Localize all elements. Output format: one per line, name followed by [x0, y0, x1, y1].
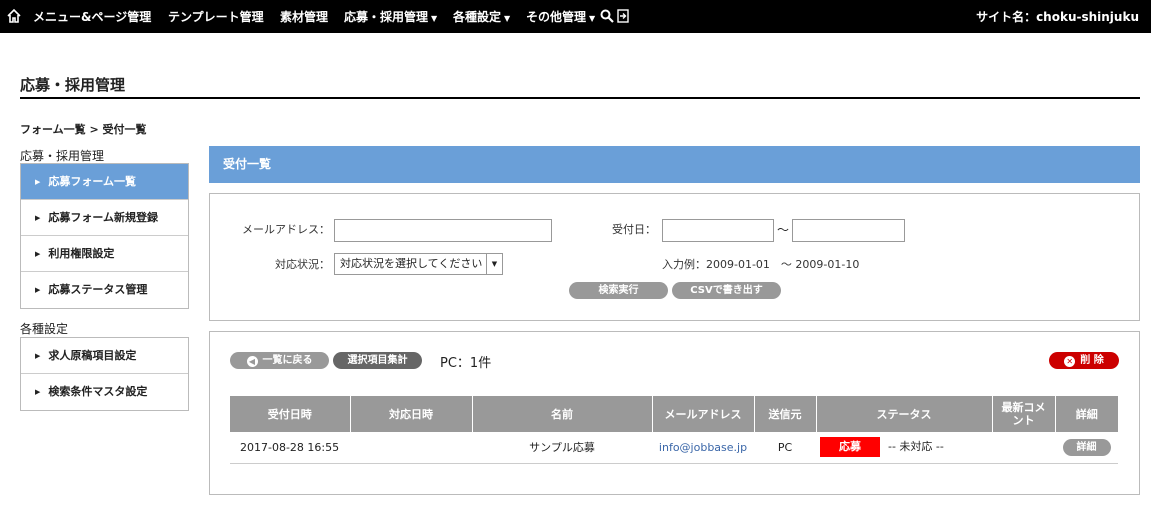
- col-header-status[interactable]: ステータス: [816, 396, 993, 432]
- nav-item-material[interactable]: 素材管理: [280, 8, 328, 25]
- page-title: 応募・採用管理: [20, 76, 126, 94]
- sidebar-item-search-master[interactable]: ▶ 検索条件マスタ設定: [21, 374, 188, 410]
- status-select[interactable]: 対応状況を選択してください ▼: [334, 253, 503, 275]
- result-count: PC：1件: [440, 356, 492, 371]
- nav-item-recruit[interactable]: 応募・採用管理 ▼: [344, 8, 437, 25]
- cell-status: 応募 -- 未対応 --: [816, 432, 992, 464]
- date-from-input[interactable]: [662, 219, 774, 242]
- date-label: 受付日：: [612, 223, 656, 236]
- triangle-right-icon: ▶: [35, 352, 41, 360]
- col-header-received[interactable]: 受付日時: [230, 396, 351, 432]
- sidebar-item-permissions[interactable]: ▶ 利用権限設定: [21, 236, 188, 272]
- sidebar-item-status-manage[interactable]: ▶ 応募ステータス管理: [21, 272, 188, 308]
- search-icon[interactable]: [600, 9, 614, 23]
- date-range-separator: 〜: [777, 223, 790, 237]
- csv-export-button[interactable]: CSVで書き出す: [672, 282, 781, 299]
- triangle-right-icon: ▶: [35, 250, 41, 258]
- arrow-left-icon: ◀: [246, 356, 258, 367]
- sidebar-item-form-list[interactable]: ▶ 応募フォーム一覧: [21, 164, 188, 200]
- cell-comment: [992, 432, 1055, 464]
- title-divider: [20, 97, 1140, 99]
- chevron-down-icon: ▼: [504, 14, 511, 23]
- section-header: 受付一覧: [209, 146, 1140, 183]
- sidebar-group-recruit: ▶ 応募フォーム一覧 ▶ 応募フォーム新規登録 ▶ 利用権限設定 ▶ 応募ステータス管理: [20, 163, 189, 309]
- email-input[interactable]: [334, 219, 552, 242]
- reception-table: 受付日時 対応日時 名前 メールアドレス 送信元 ステータス 最新コメント 詳細…: [230, 396, 1118, 464]
- status-badge: 応募: [820, 437, 880, 458]
- aggregate-button[interactable]: 選択項目集計: [333, 352, 422, 369]
- search-button[interactable]: 検索実行: [569, 282, 668, 299]
- nav-item-settings[interactable]: 各種設定 ▼: [453, 8, 510, 25]
- status-label: 対応状況：: [275, 258, 330, 271]
- detail-button[interactable]: 詳細: [1062, 438, 1111, 456]
- nav-item-other[interactable]: その他管理 ▼: [526, 8, 595, 25]
- col-header-email[interactable]: メールアドレス: [652, 396, 755, 432]
- chevron-down-icon: ▼: [431, 14, 438, 23]
- triangle-right-icon: ▶: [35, 178, 41, 186]
- home-icon[interactable]: [6, 8, 22, 24]
- sidebar-item-form-new[interactable]: ▶ 応募フォーム新規登録: [21, 200, 188, 236]
- cell-received: 2017-08-28 16:55: [230, 432, 350, 464]
- triangle-right-icon: ▶: [35, 214, 41, 222]
- cell-detail: 詳細: [1055, 432, 1118, 464]
- triangle-right-icon: ▶: [35, 388, 41, 396]
- col-header-comment[interactable]: 最新コメント: [992, 396, 1056, 432]
- col-header-detail: 詳細: [1055, 396, 1118, 432]
- cell-name: サンプル応募: [472, 432, 652, 464]
- sidebar-heading-recruit: 応募・採用管理: [20, 149, 105, 163]
- sidebar-item-job-fields[interactable]: ▶ 求人原稿項目設定: [21, 338, 188, 374]
- col-header-source[interactable]: 送信元: [754, 396, 817, 432]
- email-link[interactable]: info@jobbase.jp: [659, 441, 747, 454]
- date-to-input[interactable]: [792, 219, 905, 242]
- cell-handled: [350, 432, 472, 464]
- top-nav: メニュー&ページ管理 テンプレート管理 素材管理 応募・採用管理 ▼ 各種設定 ▼ …: [0, 0, 1151, 33]
- col-header-handled[interactable]: 対応日時: [350, 396, 473, 432]
- date-hint: 入力例：2009-01-01 〜 2009-01-10: [662, 258, 860, 271]
- back-to-list-button[interactable]: ◀ 一覧に戻る: [230, 352, 329, 369]
- nav-item-template[interactable]: テンプレート管理: [168, 8, 264, 25]
- close-icon: ✕: [1064, 356, 1076, 367]
- status-note: -- 未対応 --: [888, 440, 944, 454]
- triangle-right-icon: ▶: [35, 286, 41, 294]
- nav-item-menu-page[interactable]: メニュー&ページ管理: [33, 8, 151, 25]
- chevron-down-icon: ▼: [589, 14, 596, 23]
- logout-icon[interactable]: [617, 9, 629, 23]
- cell-email: info@jobbase.jp: [652, 432, 754, 464]
- sidebar-heading-settings: 各種設定: [20, 322, 69, 336]
- sidebar-group-settings: ▶ 求人原稿項目設定 ▶ 検索条件マスタ設定: [20, 337, 189, 411]
- email-label: メールアドレス：: [242, 223, 330, 236]
- breadcrumb[interactable]: フォーム一覧 > 受付一覧: [20, 121, 147, 137]
- chevron-down-icon: ▼: [486, 254, 502, 274]
- table-header-row: 受付日時 対応日時 名前 メールアドレス 送信元 ステータス 最新コメント 詳細: [230, 396, 1118, 432]
- site-name: サイト名：choku-shinjuku: [976, 10, 1139, 24]
- col-header-name[interactable]: 名前: [472, 396, 653, 432]
- delete-button[interactable]: ✕ 削 除: [1049, 352, 1119, 369]
- cell-source: PC: [754, 432, 816, 464]
- table-row: 2017-08-28 16:55 サンプル応募 info@jobbase.jp …: [230, 432, 1118, 464]
